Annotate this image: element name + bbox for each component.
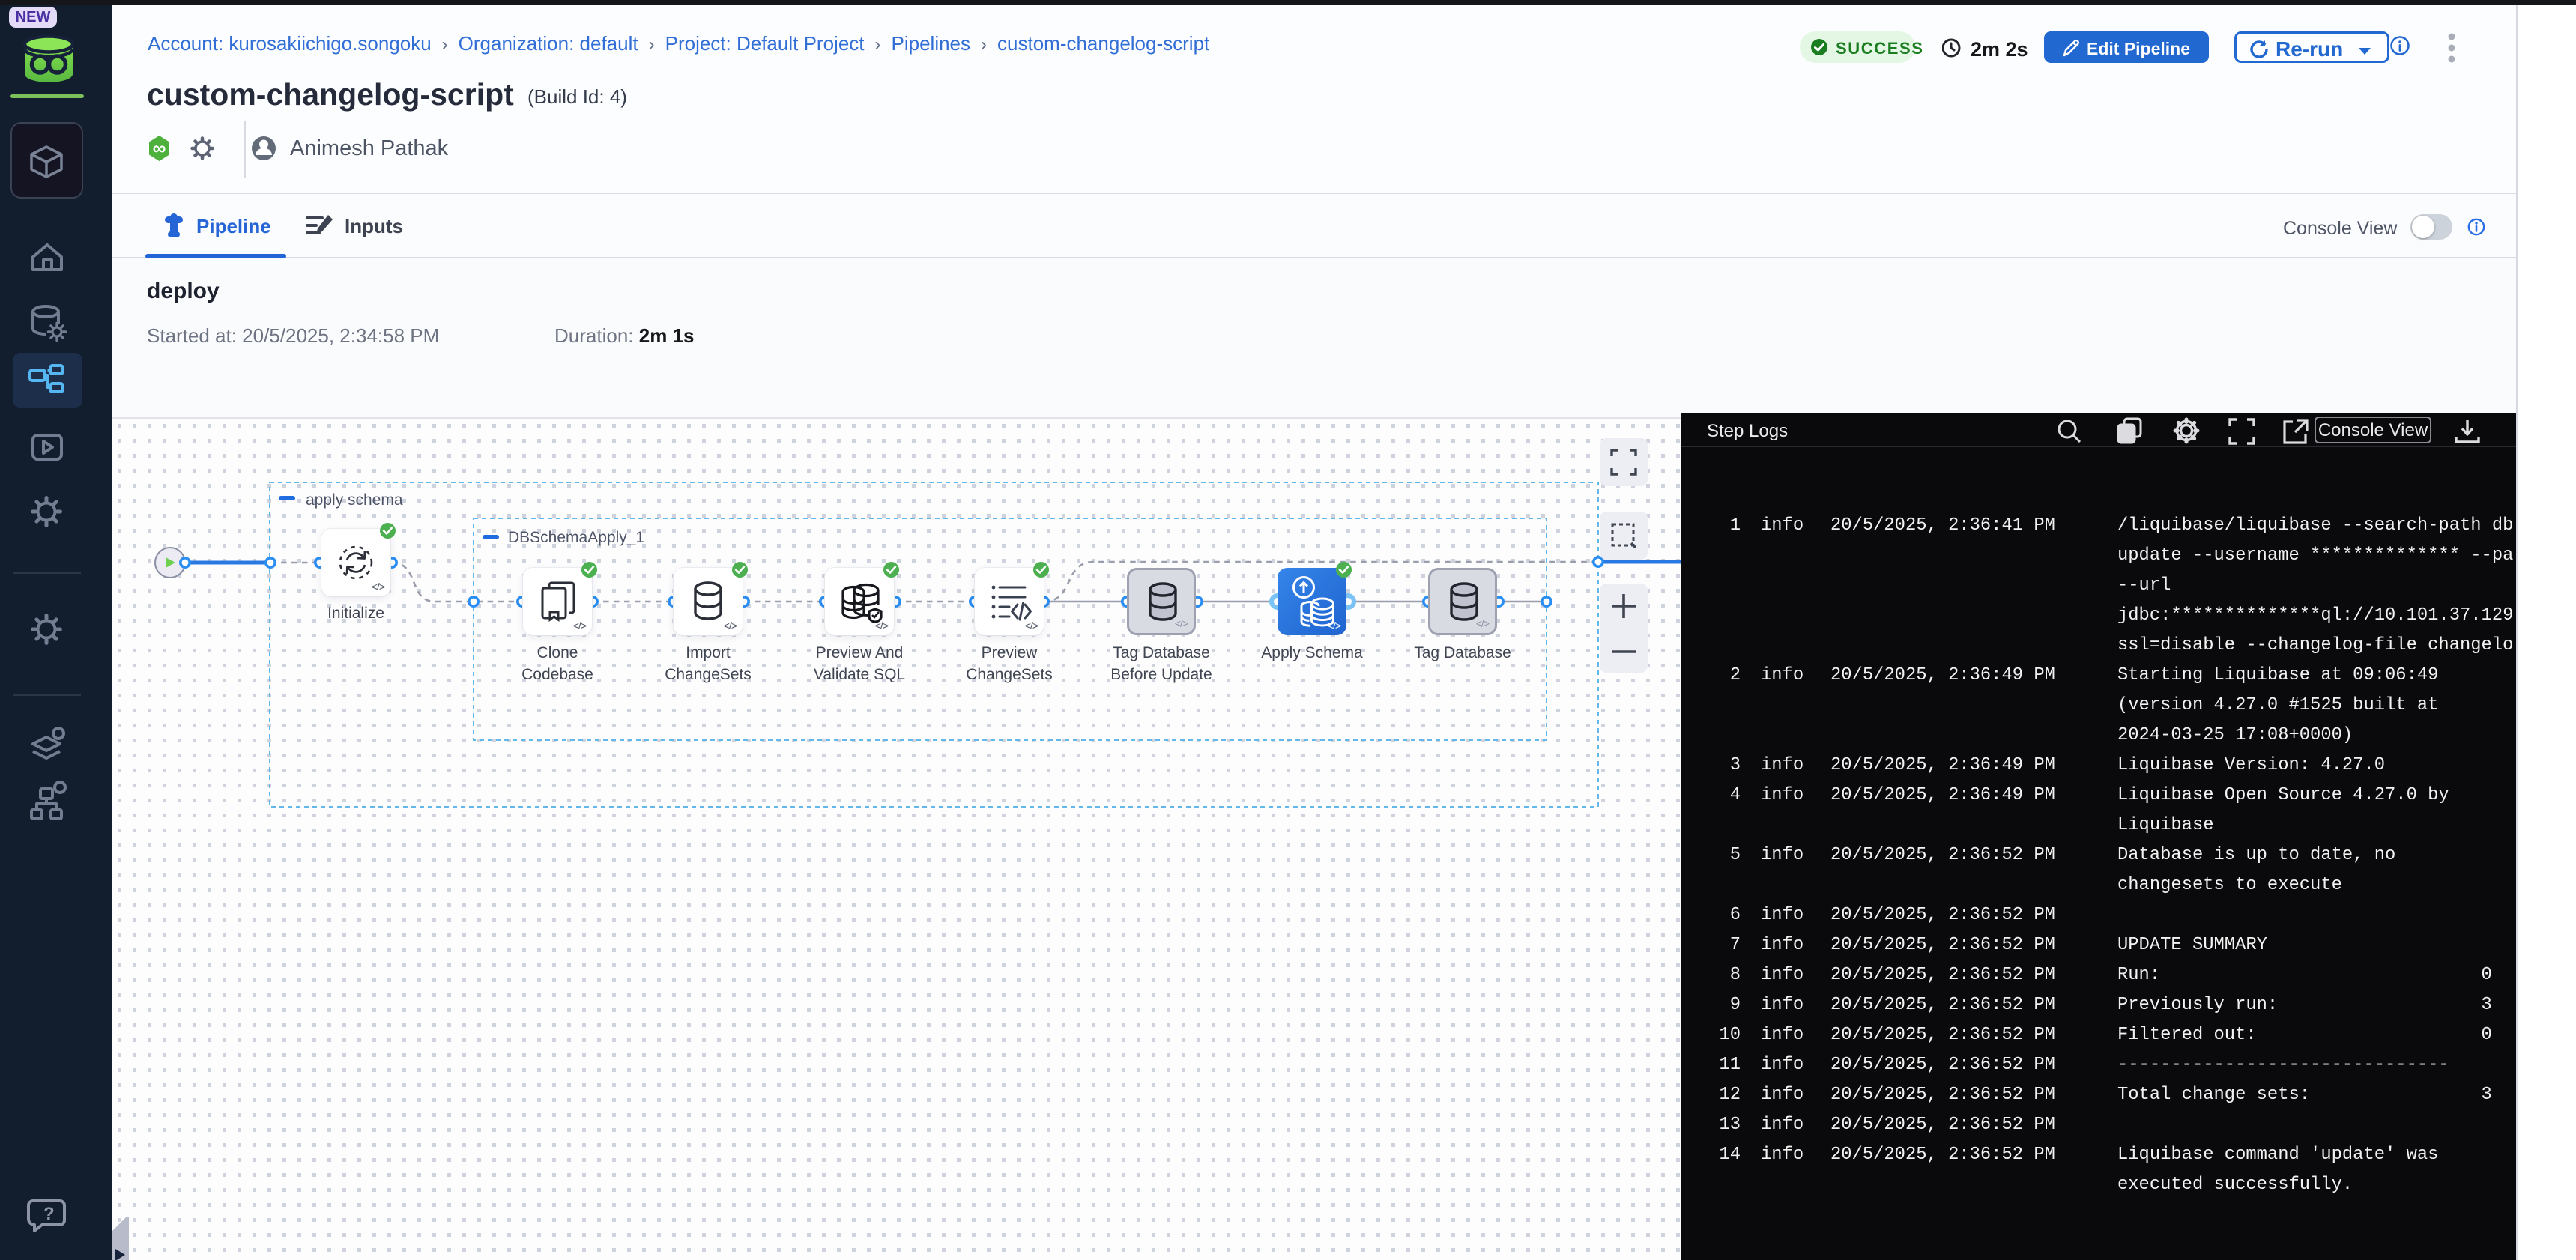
svg-text:?: ? [43,1204,55,1224]
svg-text:∞: ∞ [153,138,166,159]
